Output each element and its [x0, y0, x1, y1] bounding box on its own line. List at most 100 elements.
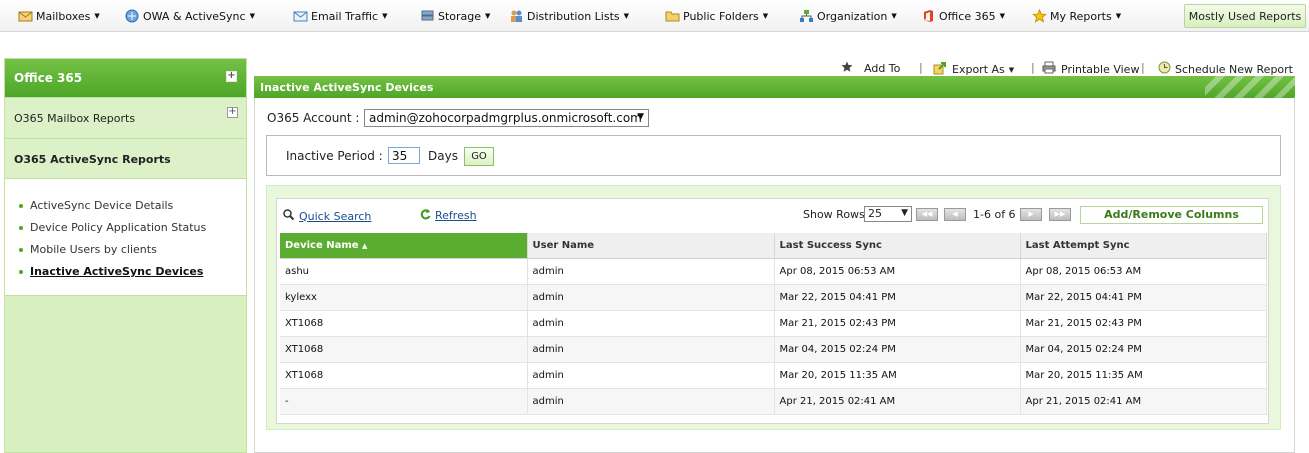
show-rows-label: Show Rows — [803, 208, 865, 221]
star-icon — [841, 61, 853, 76]
cell-device-name: XT1068 — [280, 336, 528, 363]
sidebar-item-mobile-users-by-clients[interactable]: Mobile Users by clients — [19, 243, 157, 256]
cell-user-name: admin — [527, 336, 775, 363]
days-label: Days — [428, 149, 458, 163]
menu-organization[interactable]: Organization ▼ — [799, 8, 897, 24]
menu-storage[interactable]: Storage ▼ — [420, 8, 490, 24]
column-header-last-attempt-sync[interactable]: Last Attempt Sync — [1020, 233, 1267, 259]
header-stripes — [1205, 76, 1295, 98]
sidebar-section-mailbox-reports[interactable]: O365 Mailbox Reports + — [5, 97, 246, 137]
cell-user-name: admin — [527, 284, 775, 311]
cell-device-name: ashu — [280, 258, 528, 285]
cell-last-attempt-sync: Apr 08, 2015 06:53 AM — [1020, 258, 1267, 285]
table-row: XT1068 admin Mar 04, 2015 02:24 PM Mar 0… — [280, 336, 1267, 363]
cell-device-name: kylexx — [280, 284, 528, 311]
table-header-row: Device Name ▲ User Name Last Success Syn… — [280, 233, 1267, 259]
pager-status: 1-6 of 6 — [973, 208, 1016, 221]
cell-last-attempt-sync: Mar 22, 2015 04:41 PM — [1020, 284, 1267, 311]
cell-last-success-sync: Apr 21, 2015 02:41 AM — [774, 388, 1021, 415]
cell-last-success-sync: Mar 04, 2015 02:24 PM — [774, 336, 1021, 363]
sidebar-header: Office 365 + — [5, 59, 246, 97]
last-page-button[interactable]: ▶▶ — [1049, 208, 1071, 221]
schedule-icon — [1158, 61, 1171, 77]
expand-icon[interactable]: + — [226, 71, 237, 82]
sidebar-section-activesync-reports[interactable]: O365 ActiveSync Reports — [5, 138, 246, 178]
cell-last-success-sync: Mar 20, 2015 11:35 AM — [774, 362, 1021, 389]
menu-office-365[interactable]: Office 365 ▼ — [921, 8, 1005, 24]
table-row: kylexx admin Mar 22, 2015 04:41 PM Mar 2… — [280, 284, 1267, 311]
column-header-device-name[interactable]: Device Name ▲ — [280, 233, 528, 259]
printable-view-button[interactable]: Printable View — [1042, 61, 1139, 77]
office365-icon — [921, 9, 936, 23]
cell-device-name: XT1068 — [280, 310, 528, 337]
mailbox-icon — [18, 9, 33, 23]
refresh-icon — [420, 208, 431, 223]
dropdown-arrow-icon: ▼ — [901, 208, 908, 218]
devices-table: Device Name ▲ User Name Last Success Syn… — [280, 233, 1267, 415]
schedule-new-report-button[interactable]: Schedule New Report — [1158, 61, 1293, 77]
add-remove-columns-button[interactable]: Add/Remove Columns — [1080, 206, 1263, 224]
rows-per-page-select[interactable]: 25 ▼ — [864, 206, 912, 222]
account-label: O365 Account : — [267, 111, 360, 125]
cell-last-attempt-sync: Apr 21, 2015 02:41 AM — [1020, 388, 1267, 415]
cell-last-success-sync: Apr 08, 2015 06:53 AM — [774, 258, 1021, 285]
quick-search-link[interactable]: Quick Search — [283, 209, 371, 223]
sidebar-report-list: ActiveSync Device Details Device Policy … — [5, 178, 246, 296]
org-chart-icon — [799, 9, 814, 23]
menu-owa-activesync[interactable]: OWA & ActiveSync ▼ — [125, 8, 255, 24]
expand-icon[interactable]: + — [227, 107, 238, 118]
add-to-button[interactable]: Add To — [841, 61, 900, 76]
cell-device-name: XT1068 — [280, 362, 528, 389]
table-row: XT1068 admin Mar 21, 2015 02:43 PM Mar 2… — [280, 310, 1267, 337]
cell-user-name: admin — [527, 258, 775, 285]
cell-last-attempt-sync: Mar 21, 2015 02:43 PM — [1020, 310, 1267, 337]
people-icon — [509, 9, 524, 23]
period-label: Inactive Period : — [286, 149, 383, 163]
page-title: Inactive ActiveSync Devices — [260, 81, 434, 94]
go-button[interactable]: GO — [464, 147, 494, 166]
storage-icon — [420, 9, 435, 23]
menu-email-traffic[interactable]: Email Traffic ▼ — [293, 8, 387, 24]
bullet-icon — [19, 203, 23, 208]
menu-distribution-lists[interactable]: Distribution Lists ▼ — [509, 8, 629, 24]
refresh-link[interactable]: Refresh — [420, 208, 477, 223]
mostly-used-reports-button[interactable]: Mostly Used Reports — [1184, 4, 1306, 28]
sidebar-title: Office 365 — [14, 71, 83, 85]
table-row: XT1068 admin Mar 20, 2015 11:35 AM Mar 2… — [280, 362, 1267, 389]
cell-last-attempt-sync: Mar 20, 2015 11:35 AM — [1020, 362, 1267, 389]
menu-my-reports[interactable]: My Reports ▼ — [1031, 8, 1121, 24]
cell-user-name: admin — [527, 388, 775, 415]
cell-user-name: admin — [527, 362, 775, 389]
cell-last-success-sync: Mar 22, 2015 04:41 PM — [774, 284, 1021, 311]
first-page-button[interactable]: ◀◀ — [916, 208, 938, 221]
bullet-icon — [19, 225, 23, 230]
printer-icon — [1042, 61, 1056, 77]
search-icon — [283, 209, 295, 223]
folder-icon — [665, 9, 680, 23]
sidebar-item-inactive-activesync-devices[interactable]: Inactive ActiveSync Devices — [19, 265, 203, 278]
sort-ascending-icon: ▲ — [362, 241, 368, 250]
sidebar-item-device-policy-status[interactable]: Device Policy Application Status — [19, 221, 206, 234]
column-header-user-name[interactable]: User Name — [527, 233, 775, 259]
cell-last-success-sync: Mar 21, 2015 02:43 PM — [774, 310, 1021, 337]
email-icon — [293, 9, 308, 23]
menu-mailboxes[interactable]: Mailboxes ▼ — [18, 8, 100, 24]
table-row: - admin Apr 21, 2015 02:41 AM Apr 21, 20… — [280, 388, 1267, 415]
dropdown-arrow-icon: ▼ — [637, 112, 644, 122]
cell-user-name: admin — [527, 310, 775, 337]
inactive-period-input[interactable]: 35 — [388, 147, 420, 164]
sidebar: Office 365 + O365 Mailbox Reports + O365… — [4, 58, 247, 453]
account-select[interactable]: admin@zohocorpadmgrplus.onmicrosoft.com … — [364, 109, 649, 127]
cell-last-attempt-sync: Mar 04, 2015 02:24 PM — [1020, 336, 1267, 363]
star-icon — [1031, 8, 1048, 23]
previous-page-button[interactable]: ◀ — [944, 208, 966, 221]
bullet-icon — [19, 269, 23, 274]
top-menu-bar: Mailboxes ▼ OWA & ActiveSync ▼ Email Traff… — [0, 0, 1309, 32]
menu-public-folders[interactable]: Public Folders ▼ — [665, 8, 768, 24]
cell-device-name: - — [280, 388, 528, 415]
report-header: Inactive ActiveSync Devices — [254, 76, 1295, 98]
next-page-button[interactable]: ▶ — [1020, 208, 1042, 221]
bullet-icon — [19, 247, 23, 252]
column-header-last-success-sync[interactable]: Last Success Sync — [774, 233, 1021, 259]
sidebar-item-activesync-device-details[interactable]: ActiveSync Device Details — [19, 199, 173, 212]
